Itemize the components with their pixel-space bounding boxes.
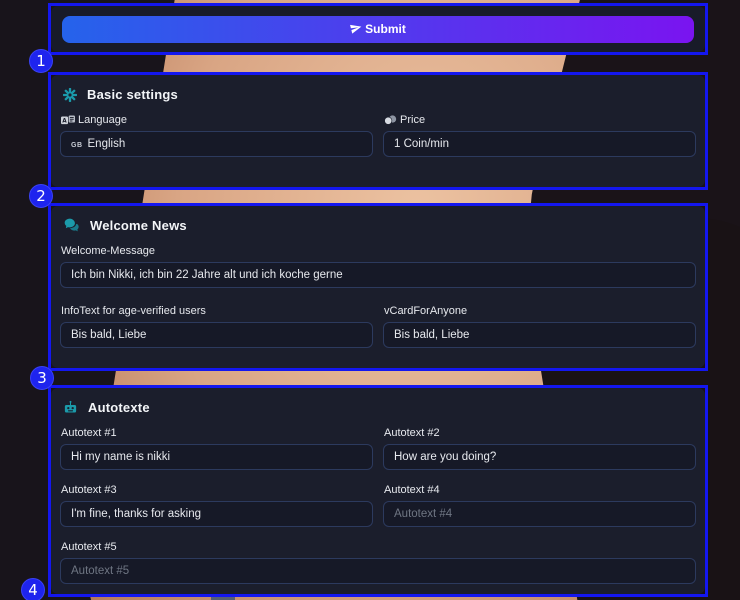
basic-settings-panel: Basic settings A	[51, 75, 705, 187]
welcome-news-panel: Welcome News Welcome-Message InfoText fo…	[51, 206, 705, 368]
annotation-badge-1: 1	[29, 49, 53, 73]
autotext-3-field: Autotext #3	[60, 483, 373, 527]
infotext-input[interactable]	[60, 322, 373, 348]
language-field: A Language GB English	[60, 113, 373, 157]
welcome-news-header: Welcome News	[63, 218, 696, 233]
page: Submit	[0, 0, 740, 600]
paper-plane-icon	[350, 22, 362, 37]
gear-icon	[63, 88, 77, 102]
autotext-5-input[interactable]	[60, 558, 696, 584]
welcome-news-title: Welcome News	[90, 218, 187, 233]
language-value: English	[88, 138, 126, 150]
price-label: Price	[384, 113, 696, 126]
basic-settings-header: Basic settings	[63, 87, 696, 102]
welcome-message-field: Welcome-Message	[60, 244, 696, 288]
annotation-box-4: Autotexte Autotext #1 Autotext #2 Auto	[48, 385, 708, 597]
annotation-box-1: Submit	[48, 3, 708, 55]
annotation-badge-3: 3	[30, 366, 54, 390]
form-column: Submit	[48, 3, 708, 597]
autotext-2-input[interactable]	[383, 444, 696, 470]
autotexte-header: Autotexte	[63, 400, 696, 415]
svg-text:A: A	[62, 118, 67, 124]
autotext-1-input[interactable]	[60, 444, 373, 470]
vcard-label: vCardForAnyone	[384, 304, 696, 317]
submit-button-label: Submit	[365, 22, 406, 36]
infotext-field: InfoText for age-verified users	[60, 304, 373, 348]
autotext-3-input[interactable]	[60, 501, 373, 527]
autotexte-panel: Autotexte Autotext #1 Autotext #2 Auto	[51, 388, 705, 594]
autotext-2-field: Autotext #2	[383, 426, 696, 470]
annotation-box-3: Welcome News Welcome-Message InfoText fo…	[48, 203, 708, 371]
autotext-1-field: Autotext #1	[60, 426, 373, 470]
submit-button[interactable]: Submit	[62, 16, 694, 43]
price-input[interactable]	[383, 131, 696, 157]
language-icon: A	[61, 115, 75, 125]
annotation-badge-2: 2	[29, 184, 53, 208]
autotexte-title: Autotexte	[88, 400, 150, 415]
welcome-message-label: Welcome-Message	[61, 244, 696, 257]
language-label: A Language	[61, 113, 373, 126]
language-input[interactable]: GB English	[60, 131, 373, 157]
annotation-badge-4: 4	[21, 578, 45, 600]
autotext-2-label: Autotext #2	[384, 427, 440, 439]
autotext-5-field: Autotext #5	[60, 540, 696, 584]
autotext-4-field: Autotext #4	[383, 483, 696, 527]
vcard-field: vCardForAnyone	[383, 304, 696, 348]
welcome-message-input[interactable]	[60, 262, 696, 288]
robot-icon	[63, 400, 78, 415]
autotext-4-input[interactable]	[383, 501, 696, 527]
annotation-box-2: Basic settings A	[48, 72, 708, 190]
autotext-1-label: Autotext #1	[61, 427, 117, 439]
infotext-label: InfoText for age-verified users	[61, 304, 373, 317]
comments-icon	[63, 218, 80, 233]
autotext-3-label: Autotext #3	[61, 484, 117, 496]
basic-settings-title: Basic settings	[87, 87, 178, 102]
vcard-input[interactable]	[383, 322, 696, 348]
gb-flag-icon: GB	[71, 142, 83, 149]
coins-icon	[384, 115, 397, 125]
autotext-5-label: Autotext #5	[61, 541, 117, 553]
price-field: Price	[383, 113, 696, 157]
autotext-4-label: Autotext #4	[384, 484, 440, 496]
submit-panel: Submit	[51, 6, 705, 52]
